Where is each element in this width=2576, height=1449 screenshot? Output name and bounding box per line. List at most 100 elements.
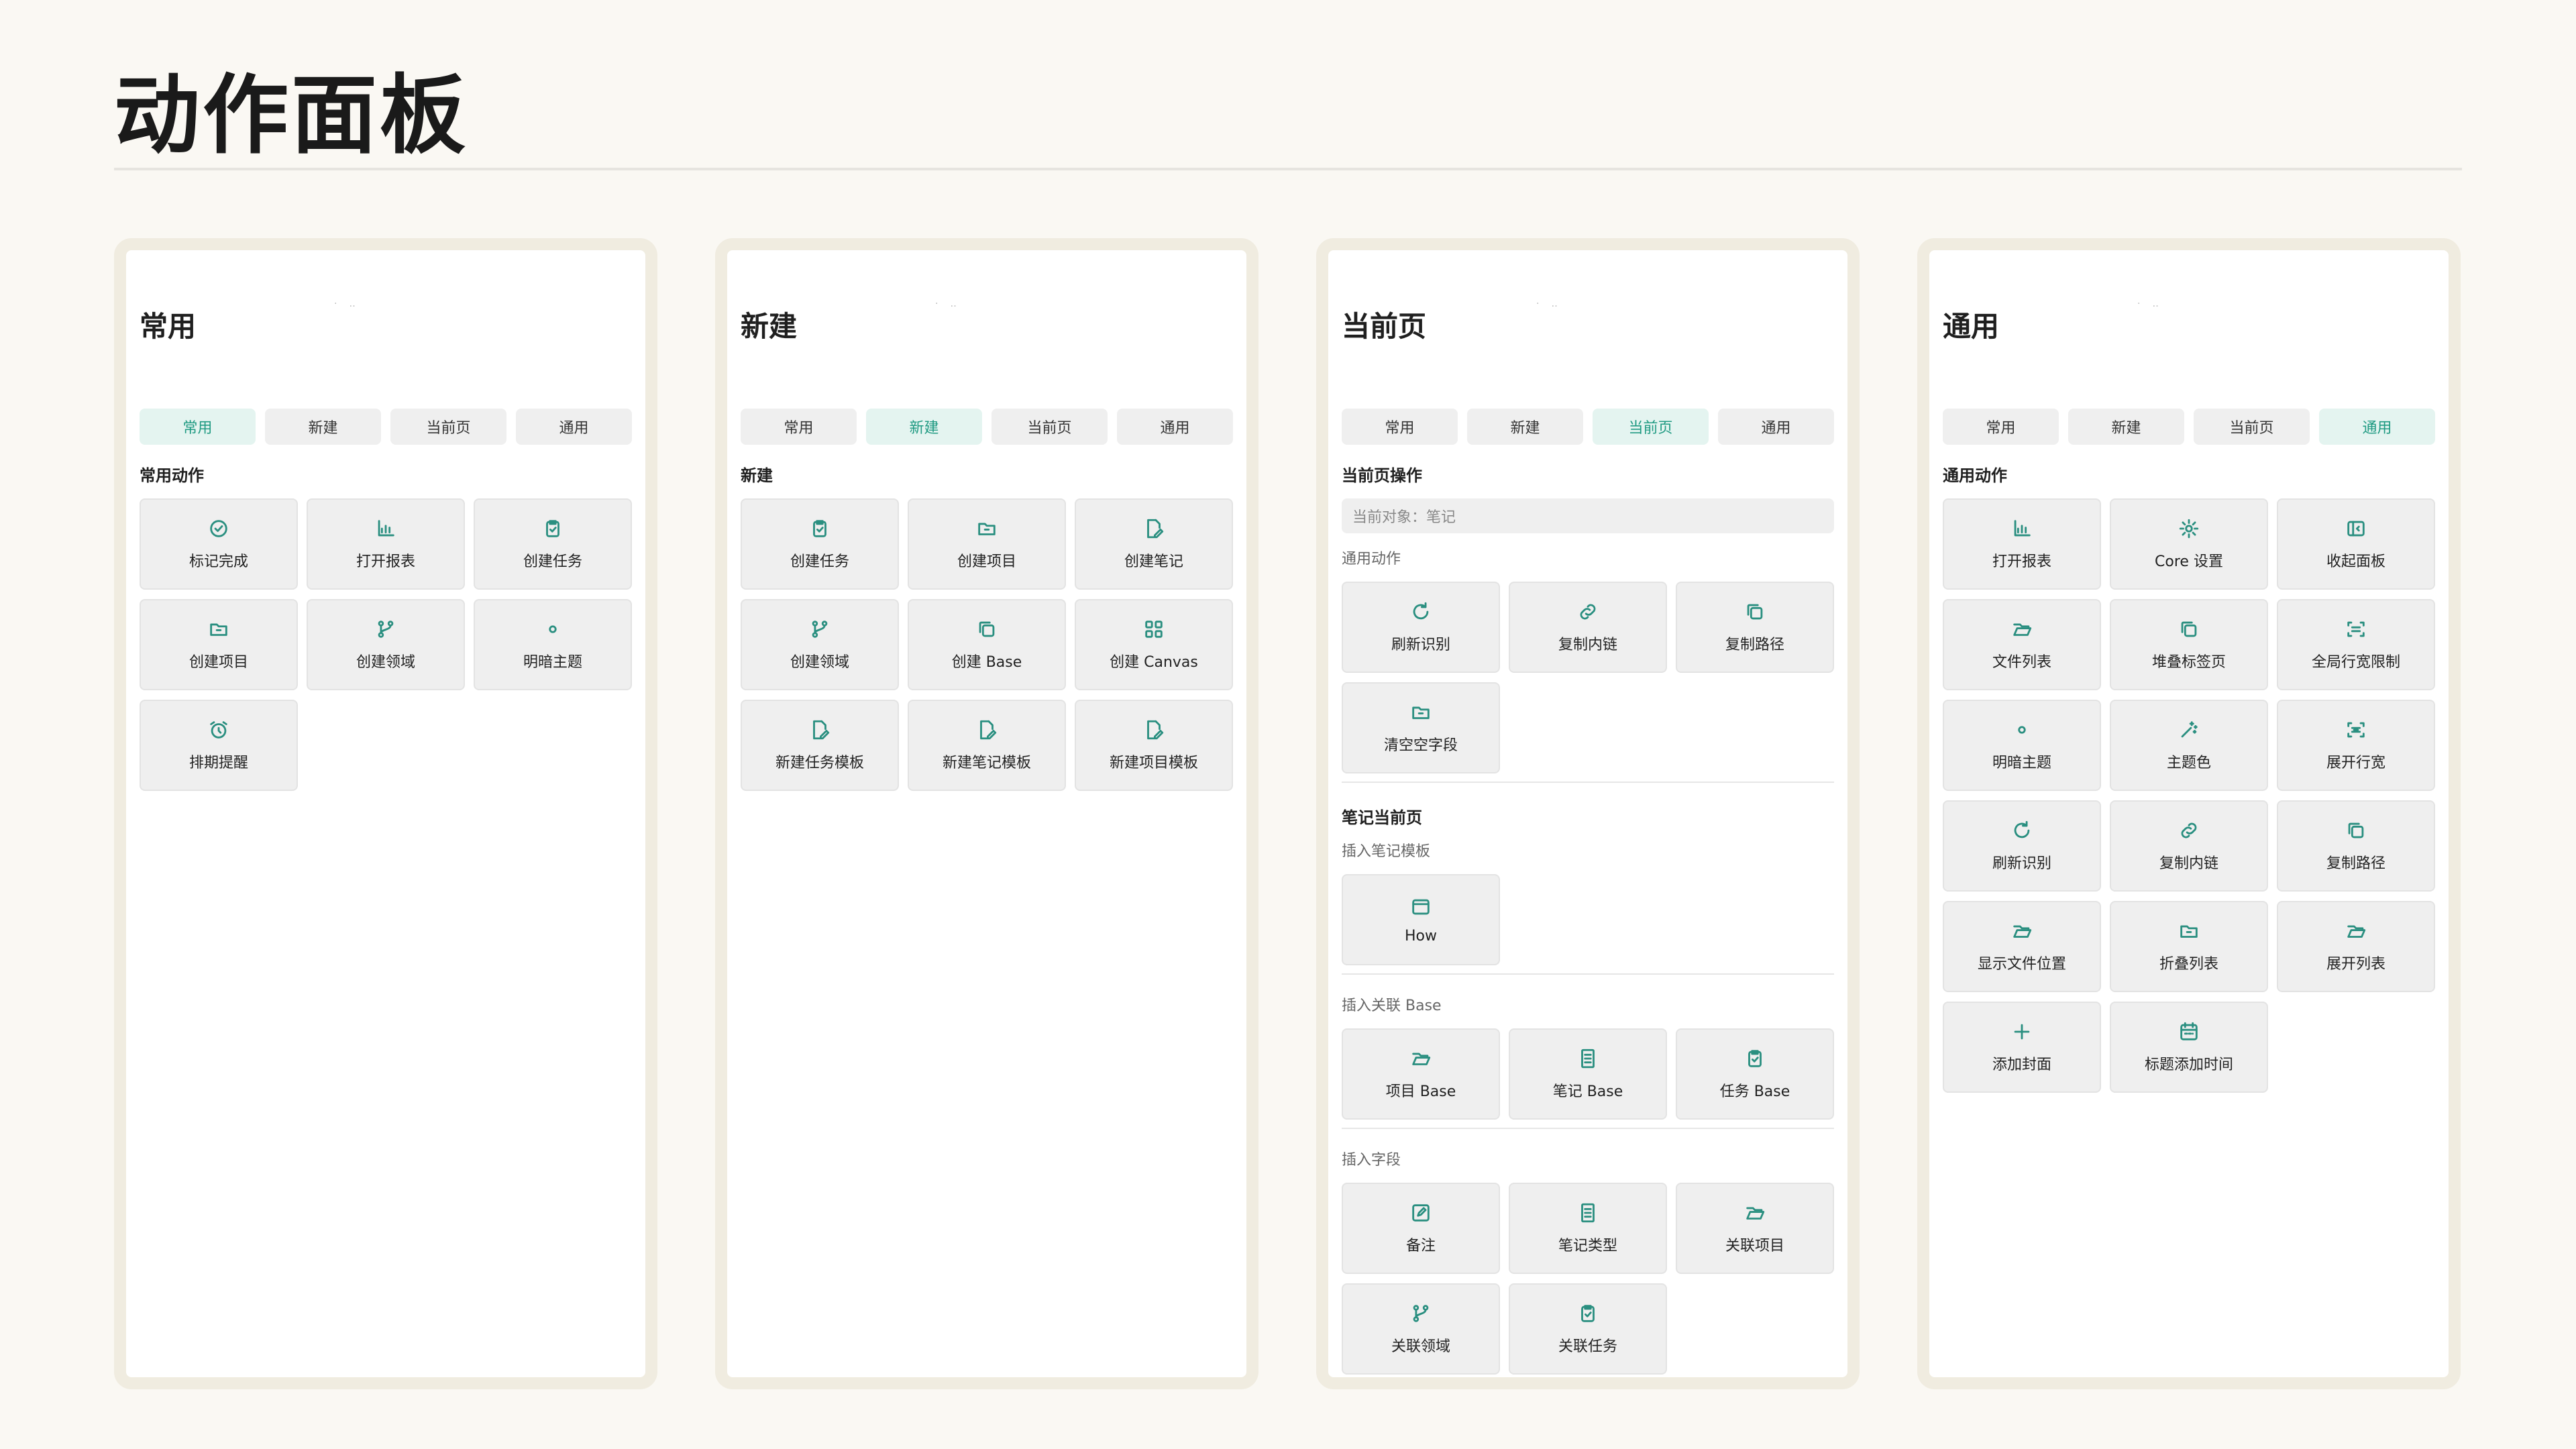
tab-general[interactable]: 通用 [2319, 409, 2435, 445]
action-button[interactable]: 明暗主题 [1943, 700, 2101, 791]
action-button-label: 创建 Canvas [1110, 654, 1198, 671]
action-grid: 创建任务 创建项目 创建笔记 创建领域 创建 Base 创建 Canvas 新建任务模板 新建… [741, 498, 1233, 791]
action-button-label: 创建项目 [957, 553, 1016, 570]
action-button[interactable]: 添加封面 [1943, 1002, 2101, 1093]
action-button[interactable]: 打开报表 [1943, 498, 2101, 590]
action-button[interactable]: 排期提醒 [140, 700, 298, 791]
tab-current-page[interactable]: 当前页 [991, 409, 1108, 445]
action-button-label: 排期提醒 [189, 755, 248, 771]
section-title: 新建 [741, 466, 773, 485]
tab-current-page[interactable]: 当前页 [390, 409, 506, 445]
action-button[interactable]: 显示文件位置 [1943, 901, 2101, 992]
action-button[interactable]: 折叠列表 [2110, 901, 2268, 992]
tab-general[interactable]: 通用 [1718, 409, 1834, 445]
plus-icon [2014, 1024, 2030, 1040]
file-pen-icon [1147, 720, 1164, 740]
action-button[interactable]: 堆叠标签页 [2110, 599, 2268, 690]
action-button[interactable]: 清空空字段 [1342, 682, 1500, 773]
section-title: 常用动作 [140, 466, 204, 485]
action-button[interactable]: 收起面板 [2277, 498, 2435, 590]
action-button[interactable]: 全局行宽限制 [2277, 599, 2435, 690]
action-button[interactable]: 创建领域 [307, 599, 465, 690]
action-button[interactable]: 主题色 [2110, 700, 2268, 791]
tab-current-page[interactable]: 当前页 [2194, 409, 2310, 445]
chart-icon [378, 520, 394, 537]
panel-new: 新建 ·‥ 常用 新建 当前页 通用 新建 创建任务 创建项目 创建笔记 创建领域 创建 Ba… [715, 238, 1258, 1389]
action-button[interactable]: 创建 Canvas [1075, 599, 1233, 690]
action-button[interactable]: 新建项目模板 [1075, 700, 1233, 791]
action-button-label: 创建领域 [356, 654, 415, 671]
action-button-label: How [1405, 927, 1437, 945]
action-button[interactable]: 新建任务模板 [741, 700, 899, 791]
heading-dots: ·‥ [2137, 299, 2171, 309]
action-button[interactable]: 笔记类型 [1509, 1183, 1667, 1274]
action-button-label: 展开行宽 [2326, 755, 2385, 771]
action-button[interactable]: 文件列表 [1943, 599, 2101, 690]
current-object-field: 当前对象：笔记 [1342, 498, 1834, 533]
action-button[interactable]: 刷新识别 [1342, 582, 1500, 673]
general-action-grid: 刷新识别 复制内链 复制路径清空空字段 [1342, 582, 1834, 773]
tab-common[interactable]: 常用 [1943, 409, 2059, 445]
action-button[interactable]: 创建任务 [474, 498, 632, 590]
document-icon [1581, 1049, 1595, 1069]
tab-new[interactable]: 新建 [2068, 409, 2184, 445]
tab-general[interactable]: 通用 [1117, 409, 1233, 445]
action-button[interactable]: 标记完成 [140, 498, 298, 590]
action-button-label: 刷新识别 [1992, 855, 2051, 872]
action-button-label: 新建笔记模板 [942, 755, 1031, 771]
panel-heading: 新建 [741, 310, 798, 343]
link-icon [1580, 604, 1596, 620]
action-button[interactable]: 复制路径 [2277, 800, 2435, 892]
action-button[interactable]: 项目 Base [1342, 1028, 1500, 1120]
action-button[interactable]: 创建项目 [140, 599, 298, 690]
folder-open-icon [2013, 623, 2032, 636]
action-button-label: 文件列表 [1992, 654, 2051, 671]
branch-icon [1413, 1305, 1429, 1322]
note-page-section-title: 笔记当前页 [1342, 808, 1422, 827]
action-button[interactable]: 创建笔记 [1075, 498, 1233, 590]
branch-icon [812, 621, 828, 638]
tab-current-page[interactable]: 当前页 [1593, 409, 1709, 445]
action-button[interactable]: 创建项目 [908, 498, 1066, 590]
action-button[interactable]: 复制路径 [1676, 582, 1834, 673]
calendar-icon [2180, 1022, 2198, 1040]
action-button[interactable]: 复制内链 [1509, 582, 1667, 673]
tab-new[interactable]: 新建 [866, 409, 982, 445]
action-button[interactable]: 任务 Base [1676, 1028, 1834, 1120]
action-button[interactable]: How [1342, 874, 1500, 965]
gear-icon [2179, 519, 2199, 539]
action-button[interactable]: 复制内链 [2110, 800, 2268, 892]
tab-new[interactable]: 新建 [265, 409, 381, 445]
action-button-label: 关联任务 [1558, 1338, 1617, 1355]
action-button[interactable]: 笔记 Base [1509, 1028, 1667, 1120]
action-button[interactable]: 关联任务 [1509, 1283, 1667, 1375]
action-button[interactable]: 创建 Base [908, 599, 1066, 690]
tab-common[interactable]: 常用 [1342, 409, 1458, 445]
action-button[interactable]: 关联项目 [1676, 1183, 1834, 1274]
panel-collapse-icon [2347, 521, 2365, 537]
action-button[interactable]: 关联领域 [1342, 1283, 1500, 1375]
action-button[interactable]: 创建领域 [741, 599, 899, 690]
action-button[interactable]: Core 设置 [2110, 498, 2268, 590]
tab-common[interactable]: 常用 [140, 409, 256, 445]
edit-box-icon [1412, 1204, 1430, 1222]
action-button[interactable]: 创建任务 [741, 498, 899, 590]
action-button[interactable]: 展开列表 [2277, 901, 2435, 992]
heading-dots: ·‥ [334, 299, 368, 309]
action-button[interactable]: 刷新识别 [1943, 800, 2101, 892]
copy-icon [2348, 822, 2364, 839]
action-button[interactable]: 展开行宽 [2277, 700, 2435, 791]
action-button[interactable]: 打开报表 [307, 498, 465, 590]
tab-new[interactable]: 新建 [1467, 409, 1583, 445]
tab-general[interactable]: 通用 [516, 409, 632, 445]
scan-icon [2347, 621, 2365, 637]
action-button[interactable]: 备注 [1342, 1183, 1500, 1274]
action-button[interactable]: 标题添加时间 [2110, 1002, 2268, 1093]
tab-common[interactable]: 常用 [741, 409, 857, 445]
folder-open-icon [2013, 925, 2032, 938]
action-button[interactable]: 新建笔记模板 [908, 700, 1066, 791]
base-grid: 项目 Base 笔记 Base 任务 Base [1342, 1028, 1834, 1120]
dot-icon [549, 625, 557, 633]
action-button[interactable]: 明暗主题 [474, 599, 632, 690]
divider [1342, 1128, 1834, 1129]
